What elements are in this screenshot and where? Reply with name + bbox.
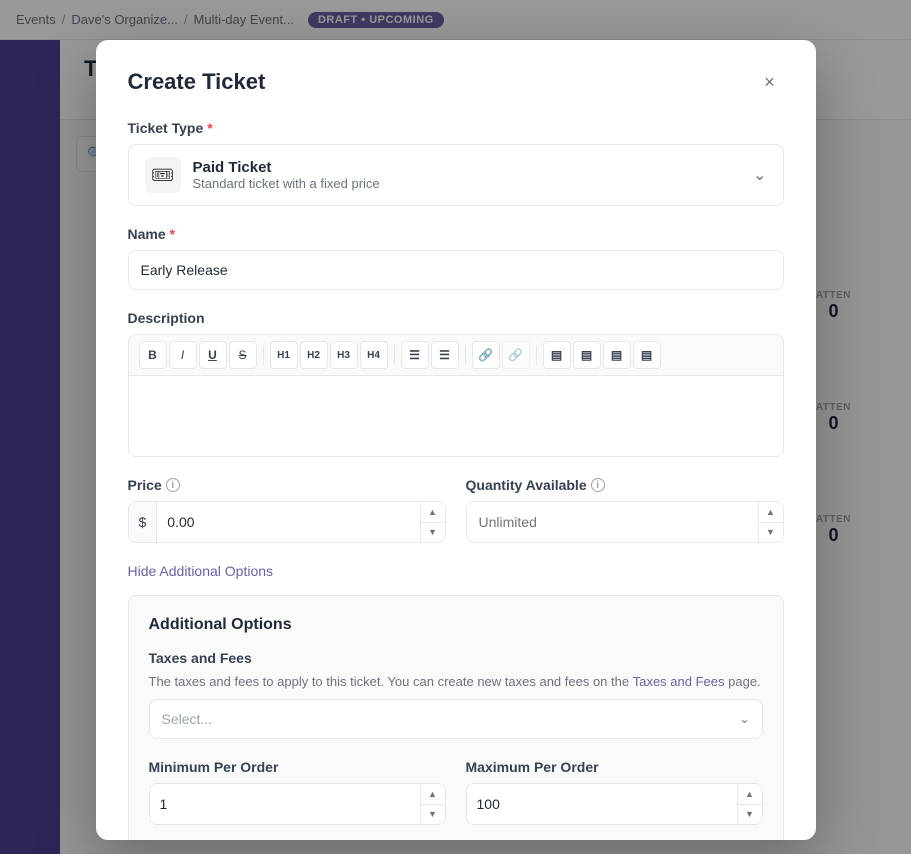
modal-title: Create Ticket [128,69,266,95]
required-star-name: * [170,226,175,242]
quantity-decrement-button[interactable]: ▼ [759,523,783,543]
price-input[interactable] [157,502,419,542]
required-star-ticket-type: * [207,120,212,136]
link-button[interactable]: 🔗 [472,341,500,369]
ticket-type-select[interactable]: 🎟 Paid Ticket Standard ticket with a fix… [128,144,784,206]
taxes-fees-group: Taxes and Fees The taxes and fees to app… [149,650,763,739]
min-per-order-input-wrap: ▲ ▼ [149,783,446,825]
toolbar-separator-4 [536,345,537,365]
max-per-order-label: Maximum Per Order [466,759,763,775]
min-max-order-row: Minimum Per Order ▲ ▼ Maximum Per Order [149,759,763,840]
quantity-input-wrap: ▲ ▼ [466,501,784,543]
editor-toolbar: B I U S H1 H2 H3 H4 ☰ ☰ 🔗 🔗 ▤ [129,335,783,376]
min-per-order-increment-button[interactable]: ▲ [421,784,445,805]
taxes-fees-select[interactable]: Select... ⌄ [149,699,763,739]
price-group: Price i $ ▲ ▼ [128,477,446,543]
max-per-order-decrement-button[interactable]: ▼ [738,805,762,825]
align-justify-button[interactable]: ▤ [633,341,661,369]
toolbar-separator-1 [263,345,264,365]
price-increment-button[interactable]: ▲ [421,502,445,523]
ticket-type-icon: 🎟 [145,157,181,193]
quantity-increment-button[interactable]: ▲ [759,502,783,523]
unlink-button[interactable]: 🔗 [502,341,530,369]
price-quantity-row: Price i $ ▲ ▼ Quantity Available i [128,477,784,563]
max-per-order-spinner: ▲ ▼ [737,784,762,824]
quantity-group: Quantity Available i ▲ ▼ [466,477,784,543]
price-decrement-button[interactable]: ▼ [421,523,445,543]
h2-button[interactable]: H2 [300,341,328,369]
bold-button[interactable]: B [139,341,167,369]
name-label: Name * [128,226,784,242]
quantity-input[interactable] [467,502,758,542]
ticket-type-name: Paid Ticket [193,159,742,176]
price-spinner: ▲ ▼ [420,502,445,542]
description-group: Description B I U S H1 H2 H3 H4 ☰ ☰ 🔗 [128,310,784,457]
toolbar-separator-3 [465,345,466,365]
ticket-type-group: Ticket Type * 🎟 Paid Ticket Standard tic… [128,120,784,206]
select-chevron-icon: ⌄ [739,712,749,726]
align-center-button[interactable]: ▤ [573,341,601,369]
min-per-order-input[interactable] [150,784,420,824]
min-per-order-group: Minimum Per Order ▲ ▼ [149,759,446,825]
modal-close-button[interactable]: × [756,68,784,96]
underline-button[interactable]: U [199,341,227,369]
additional-options-title: Additional Options [149,616,763,634]
name-input[interactable] [128,250,784,290]
additional-options-section: Additional Options Taxes and Fees The ta… [128,595,784,840]
ticket-type-desc: Standard ticket with a fixed price [193,176,742,191]
ticket-type-chevron-icon: ⌄ [753,165,766,185]
editor-body[interactable] [129,376,783,456]
max-per-order-input-wrap: ▲ ▼ [466,783,763,825]
strikethrough-button[interactable]: S [229,341,257,369]
description-label: Description [128,310,784,326]
name-group: Name * [128,226,784,290]
quantity-info-icon[interactable]: i [591,478,605,492]
h3-button[interactable]: H3 [330,341,358,369]
price-currency-symbol: $ [129,502,158,542]
align-right-button[interactable]: ▤ [603,341,631,369]
toolbar-separator-2 [394,345,395,365]
modal-overlay: Create Ticket × Ticket Type * 🎟 Paid Tic… [0,0,911,854]
italic-button[interactable]: I [169,341,197,369]
h4-button[interactable]: H4 [360,341,388,369]
min-per-order-spinner: ▲ ▼ [420,784,445,824]
ordered-list-button[interactable]: ☰ [431,341,459,369]
price-info-icon[interactable]: i [166,478,180,492]
taxes-fees-link[interactable]: Taxes and Fees [633,674,725,689]
taxes-fees-description: The taxes and fees to apply to this tick… [149,674,763,689]
taxes-fees-placeholder: Select... [162,711,213,727]
ticket-type-label: Ticket Type * [128,120,784,136]
align-left-button[interactable]: ▤ [543,341,571,369]
toggle-additional-options-link[interactable]: Hide Additional Options [128,563,274,579]
quantity-spinner: ▲ ▼ [758,502,783,542]
min-per-order-decrement-button[interactable]: ▼ [421,805,445,825]
unordered-list-button[interactable]: ☰ [401,341,429,369]
rich-text-editor: B I U S H1 H2 H3 H4 ☰ ☰ 🔗 🔗 ▤ [128,334,784,457]
max-per-order-group: Maximum Per Order ▲ ▼ [466,759,763,825]
max-per-order-increment-button[interactable]: ▲ [738,784,762,805]
quantity-label: Quantity Available i [466,477,784,493]
modal-header: Create Ticket × [128,68,784,96]
price-label: Price i [128,477,446,493]
min-per-order-label: Minimum Per Order [149,759,446,775]
create-ticket-modal: Create Ticket × Ticket Type * 🎟 Paid Tic… [96,40,816,840]
taxes-fees-label: Taxes and Fees [149,650,763,666]
ticket-type-info: Paid Ticket Standard ticket with a fixed… [193,159,742,191]
max-per-order-input[interactable] [467,784,737,824]
price-input-wrap: $ ▲ ▼ [128,501,446,543]
h1-button[interactable]: H1 [270,341,298,369]
